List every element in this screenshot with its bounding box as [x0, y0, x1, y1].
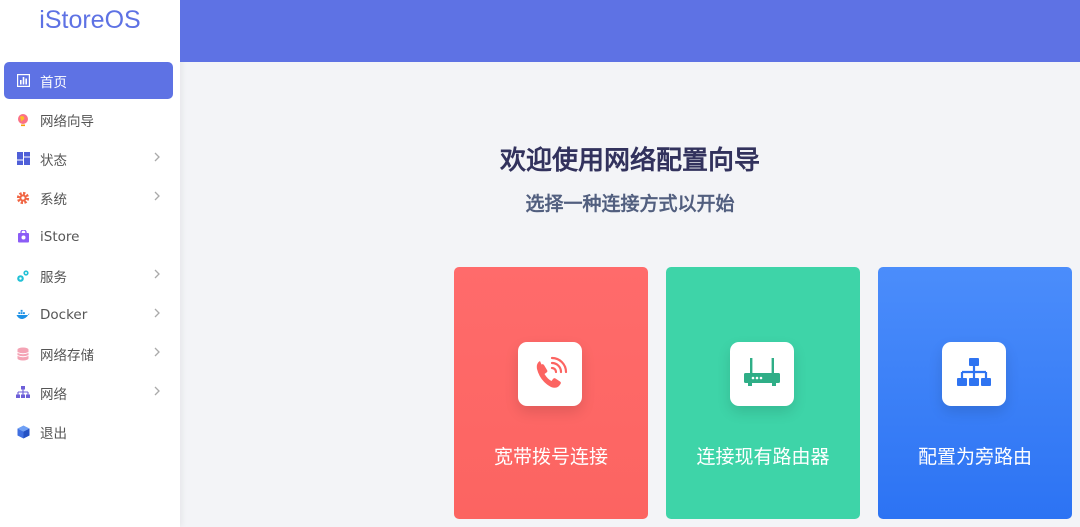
phone-call-icon	[536, 356, 568, 388]
globe-icon	[16, 113, 30, 127]
page-title: 欢迎使用网络配置向导	[499, 146, 760, 176]
gear-icon	[16, 191, 30, 205]
sidebar-item-home[interactable]: 首页	[4, 62, 173, 99]
grid-icon	[16, 152, 30, 166]
card-icon-badge	[518, 342, 582, 406]
cogs-icon	[16, 269, 30, 283]
card-label: 连接现有路由器	[696, 446, 830, 468]
database-icon	[16, 347, 30, 361]
sidebar-item-label: 网络	[40, 386, 67, 403]
sidebar-item-system[interactable]: 系统	[4, 179, 173, 216]
sidebar-item-logout[interactable]: 退出	[4, 413, 173, 450]
logout-cube-icon	[16, 425, 30, 439]
chevron-right-icon	[154, 386, 160, 396]
router-icon	[744, 358, 780, 386]
chevron-right-icon	[154, 152, 160, 162]
header-bar	[180, 0, 1080, 62]
sidebar-item-docker[interactable]: Docker	[4, 296, 173, 333]
card-label: 宽带拨号连接	[493, 446, 608, 468]
chevron-right-icon	[154, 191, 160, 201]
sidebar-menu: 首页 网络向导 状态 系统 iStore 服务 Docker 网络存储 网络 退…	[0, 62, 180, 450]
sidebar-item-label: Docker	[40, 306, 88, 323]
page-subtitle: 选择一种连接方式以开始	[525, 193, 735, 215]
sidebar-item-label: 首页	[40, 74, 67, 91]
card-bypass-router[interactable]: 配置为旁路由	[878, 267, 1072, 519]
card-pppoe-dialup[interactable]: 宽带拨号连接	[454, 267, 648, 519]
sidebar-item-istore[interactable]: iStore	[4, 218, 173, 255]
brand-title[interactable]: iStoreOS	[0, 0, 180, 42]
dashboard-icon	[16, 74, 30, 88]
sidebar-item-network[interactable]: 网络	[4, 374, 173, 411]
sidebar-item-label: 系统	[40, 191, 67, 208]
sidebar-item-label: 状态	[40, 152, 67, 169]
card-connect-existing-router[interactable]: 连接现有路由器	[666, 267, 860, 519]
store-bag-icon	[16, 230, 30, 244]
sidebar-item-network-storage[interactable]: 网络存储	[4, 335, 173, 372]
sidebar: iStoreOS 首页 网络向导 状态 系统 iStore 服务 Docker …	[0, 0, 180, 527]
sidebar-item-label: 退出	[40, 425, 67, 442]
card-icon-badge	[942, 342, 1006, 406]
chevron-right-icon	[154, 269, 160, 279]
sitemap-icon	[957, 358, 991, 386]
card-icon-badge	[730, 342, 794, 406]
sidebar-item-network-wizard[interactable]: 网络向导	[4, 101, 173, 138]
chevron-right-icon	[154, 347, 160, 357]
sidebar-item-services[interactable]: 服务	[4, 257, 173, 294]
sidebar-item-label: 服务	[40, 269, 67, 286]
docker-whale-icon	[16, 308, 30, 322]
sidebar-item-label: iStore	[40, 228, 80, 245]
sidebar-item-status[interactable]: 状态	[4, 140, 173, 177]
network-tree-icon	[16, 386, 30, 400]
card-label: 配置为旁路由	[917, 446, 1032, 468]
sidebar-item-label: 网络向导	[40, 113, 94, 130]
chevron-right-icon	[154, 308, 160, 318]
sidebar-item-label: 网络存储	[40, 347, 94, 364]
